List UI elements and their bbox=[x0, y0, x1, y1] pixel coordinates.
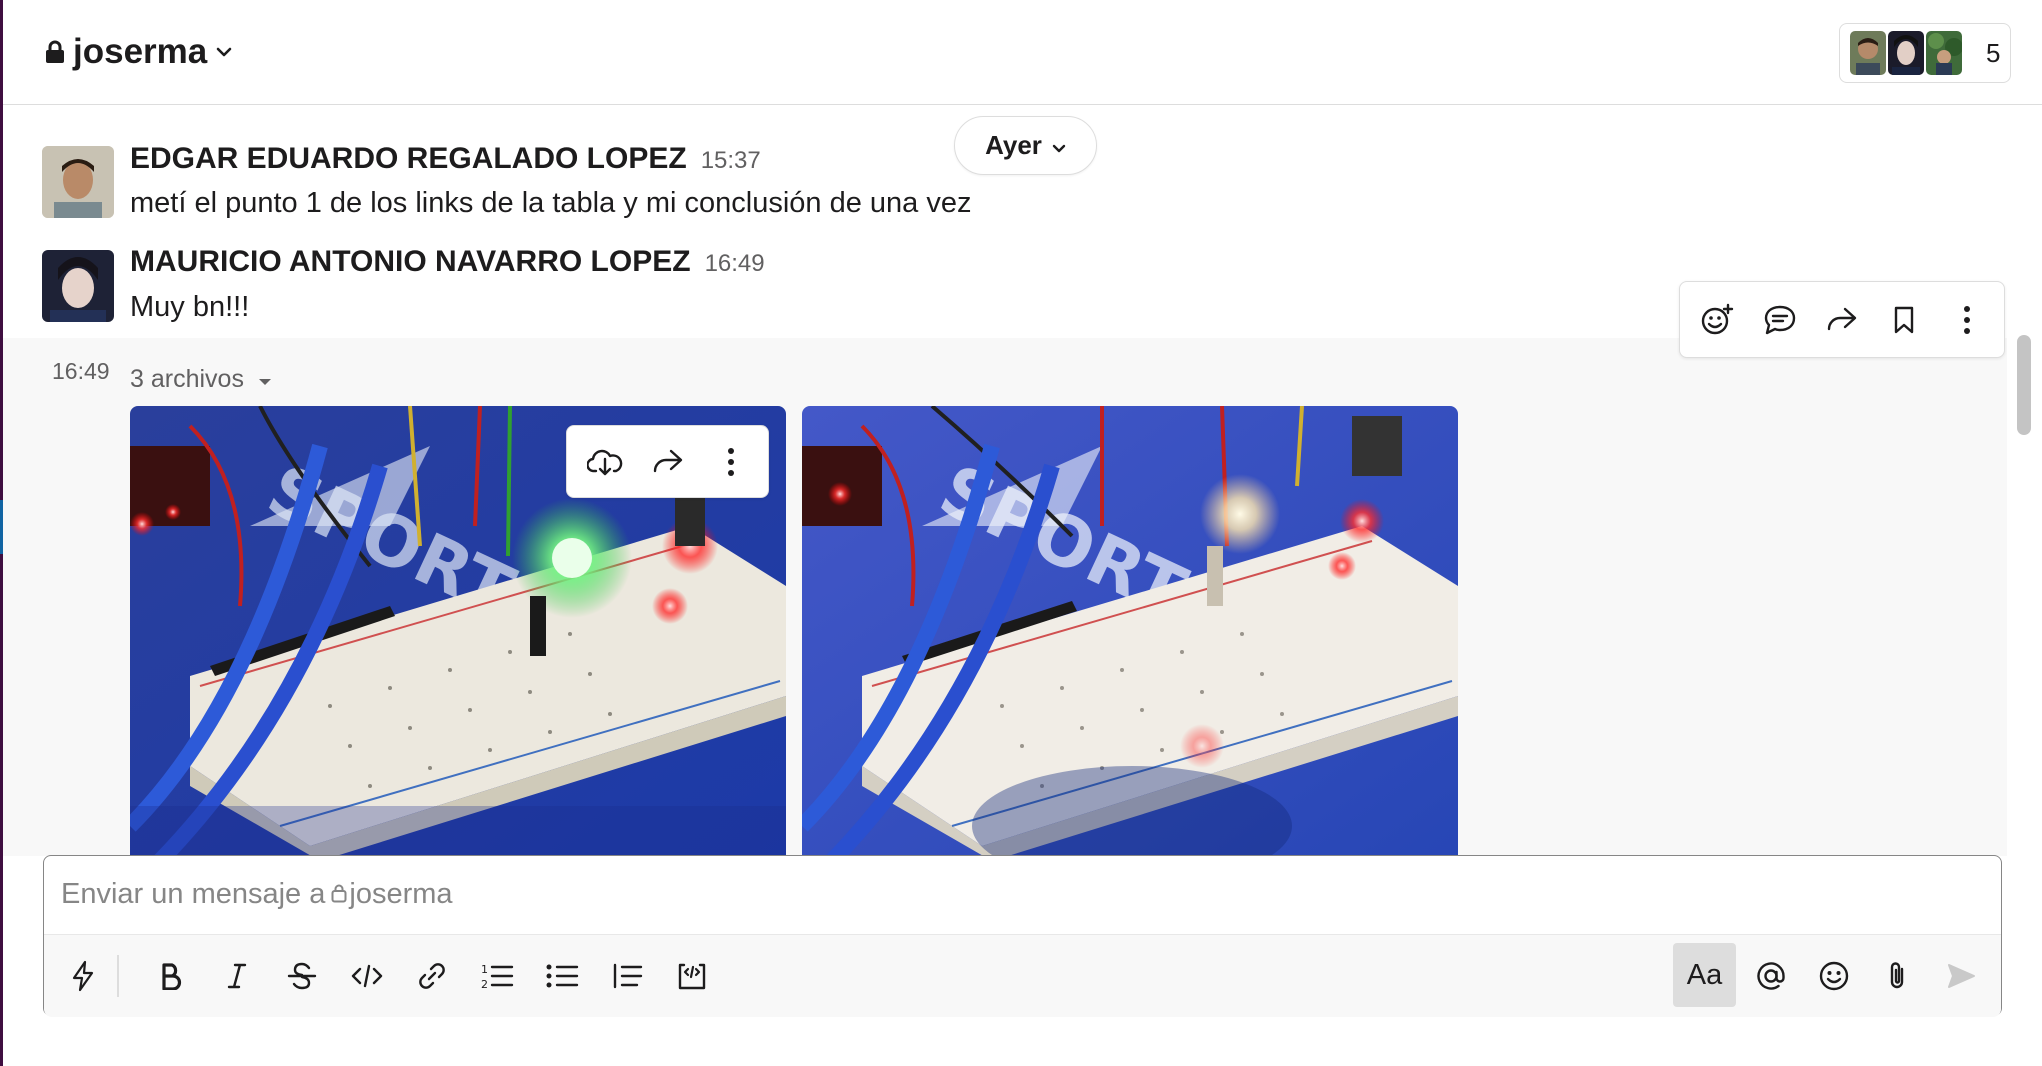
message-text: metí el punto 1 de los links de la tabla… bbox=[130, 187, 972, 219]
download-icon[interactable] bbox=[581, 438, 629, 486]
scrollbar-thumb[interactable] bbox=[2017, 335, 2031, 435]
message-timestamp[interactable]: 15:37 bbox=[701, 147, 761, 174]
message-timestamp[interactable]: 16:49 bbox=[705, 250, 765, 277]
formatting-toggle-label: Aa bbox=[1686, 958, 1723, 991]
toolbar-separator bbox=[117, 955, 119, 997]
reply-in-thread-icon[interactable] bbox=[1756, 296, 1804, 344]
blockquote-icon[interactable] bbox=[601, 950, 653, 1002]
message-actions-toolbar bbox=[1679, 281, 2005, 358]
member-avatar bbox=[1926, 31, 1962, 75]
message-author[interactable]: EDGAR EDUARDO REGALADO LOPEZ 15:37 bbox=[130, 142, 761, 176]
message-author[interactable]: MAURICIO ANTONIO NAVARRO LOPEZ 16:49 bbox=[130, 245, 765, 279]
more-actions-icon[interactable] bbox=[1943, 296, 1991, 344]
lock-icon bbox=[45, 40, 65, 64]
bulleted-list-icon[interactable] bbox=[536, 950, 588, 1002]
channel-members-button[interactable]: 5 bbox=[1839, 23, 2011, 83]
chevron-down-icon bbox=[1052, 130, 1066, 161]
member-avatar bbox=[1850, 31, 1886, 75]
caret-down-icon bbox=[258, 365, 272, 394]
ordered-list-icon[interactable]: 12 bbox=[471, 950, 523, 1002]
avatar[interactable] bbox=[42, 250, 114, 322]
channel-name-button[interactable]: joserma bbox=[45, 32, 233, 72]
message-input[interactable] bbox=[44, 856, 2001, 934]
add-reaction-icon[interactable] bbox=[1693, 296, 1741, 344]
italic-icon[interactable] bbox=[211, 950, 263, 1002]
formatting-toggle-button[interactable]: Aa bbox=[1673, 943, 1736, 1007]
avatar[interactable] bbox=[42, 146, 114, 218]
shortcuts-icon[interactable] bbox=[57, 950, 109, 1002]
channel-name-label: joserma bbox=[73, 32, 208, 71]
bookmark-icon[interactable] bbox=[1880, 296, 1928, 344]
more-actions-icon[interactable] bbox=[707, 438, 755, 486]
formatting-toolbar: 12 Aa bbox=[44, 934, 2001, 1017]
attach-icon[interactable] bbox=[1871, 950, 1923, 1002]
emoji-icon[interactable] bbox=[1808, 950, 1860, 1002]
file-actions-toolbar bbox=[566, 425, 769, 498]
share-icon[interactable] bbox=[644, 438, 692, 486]
share-icon[interactable] bbox=[1818, 296, 1866, 344]
strikethrough-icon[interactable] bbox=[276, 950, 328, 1002]
files-count-label: 3 archivos bbox=[130, 365, 244, 393]
member-avatar bbox=[1888, 31, 1924, 75]
message-list: EDGAR EDUARDO REGALADO LOPEZ 15:37 metí e… bbox=[3, 106, 2007, 856]
message-text: Muy bn!!! bbox=[130, 291, 250, 323]
date-divider-label: Ayer bbox=[985, 130, 1042, 160]
svg-text:2: 2 bbox=[481, 978, 488, 991]
chevron-down-icon bbox=[215, 46, 233, 58]
member-count: 5 bbox=[1986, 37, 2001, 68]
code-icon[interactable] bbox=[341, 950, 393, 1002]
send-icon[interactable] bbox=[1935, 950, 1987, 1002]
channel-header: joserma 5 bbox=[3, 0, 2042, 105]
svg-text:1: 1 bbox=[481, 963, 488, 976]
author-name: MAURICIO ANTONIO NAVARRO LOPEZ bbox=[130, 245, 691, 278]
link-icon[interactable] bbox=[406, 950, 458, 1002]
message-composer: Enviar un mensaje a joserma 12 Aa bbox=[43, 855, 2002, 1017]
mention-icon[interactable] bbox=[1745, 950, 1797, 1002]
date-divider-button[interactable]: Ayer bbox=[954, 116, 1097, 175]
author-name: EDGAR EDUARDO REGALADO LOPEZ bbox=[130, 142, 687, 175]
image-attachment[interactable]: SPORT bbox=[802, 406, 1458, 856]
message-timestamp[interactable]: 16:49 bbox=[52, 358, 110, 385]
bold-icon[interactable] bbox=[145, 950, 197, 1002]
code-block-icon[interactable] bbox=[666, 950, 718, 1002]
files-toggle[interactable]: 3 archivos bbox=[130, 365, 272, 394]
